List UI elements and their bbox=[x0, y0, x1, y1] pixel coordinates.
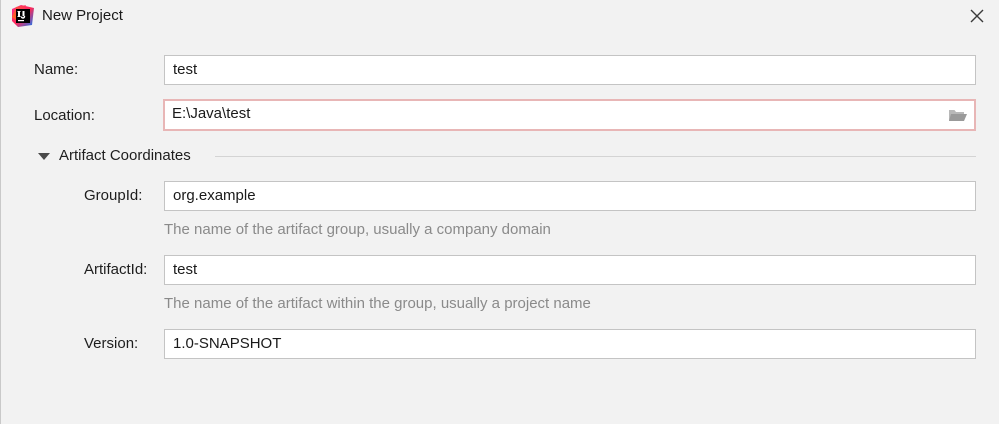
version-input-value: 1.0-SNAPSHOT bbox=[173, 335, 282, 352]
title-bar: New Project bbox=[1, 0, 999, 32]
artifact-coordinates-toggle[interactable]: Artifact Coordinates bbox=[34, 145, 191, 167]
section-divider bbox=[215, 156, 976, 157]
name-input[interactable]: test bbox=[164, 55, 976, 85]
groupid-hint: The name of the artifact group, usually … bbox=[164, 221, 551, 238]
artifactid-input-value: test bbox=[173, 261, 198, 278]
intellij-idea-icon bbox=[12, 5, 34, 27]
close-icon bbox=[970, 9, 984, 23]
dialog-title: New Project bbox=[42, 7, 123, 24]
name-label: Name: bbox=[34, 61, 79, 78]
folder-open-icon[interactable] bbox=[948, 107, 968, 123]
location-input[interactable]: E:\Java\test bbox=[163, 99, 976, 131]
version-input[interactable]: 1.0-SNAPSHOT bbox=[164, 329, 976, 359]
expand-triangle-icon bbox=[38, 152, 50, 160]
section-title: Artifact Coordinates bbox=[59, 147, 191, 164]
groupid-input[interactable]: org.example bbox=[164, 181, 976, 211]
groupid-label: GroupId: bbox=[84, 187, 143, 204]
groupid-input-value: org.example bbox=[173, 187, 256, 204]
name-input-value: test bbox=[173, 61, 198, 78]
artifactid-hint: The name of the artifact within the grou… bbox=[164, 295, 591, 312]
location-input-value: E:\Java\test bbox=[172, 105, 251, 122]
artifactid-label: ArtifactId: bbox=[84, 261, 148, 278]
version-label: Version: bbox=[84, 335, 139, 352]
artifactid-input[interactable]: test bbox=[164, 255, 976, 285]
close-button[interactable] bbox=[963, 3, 991, 29]
location-label: Location: bbox=[34, 107, 95, 124]
new-project-dialog: New Project Name: test Location: E:\Java… bbox=[0, 0, 999, 424]
